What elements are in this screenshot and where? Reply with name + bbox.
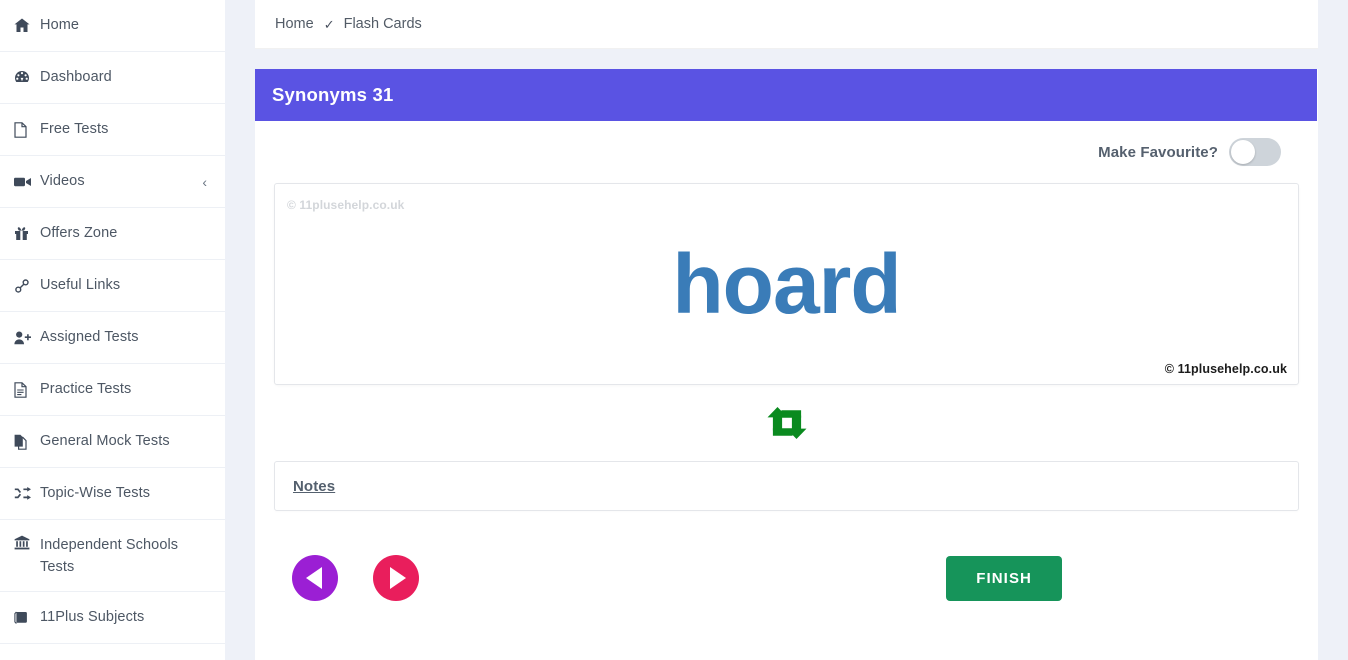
document-icon: [14, 381, 40, 398]
sidebar-label: Practice Tests: [40, 381, 132, 398]
bank-icon: [14, 534, 40, 550]
watermark-bottom: © 11plusehelp.co.uk: [1164, 362, 1287, 376]
sidebar-label: Dashboard: [40, 69, 112, 86]
notes-box[interactable]: Notes: [274, 461, 1299, 511]
user-plus-icon: [14, 331, 40, 345]
sidebar-item-home[interactable]: Home: [0, 0, 225, 52]
right-page-background: [1318, 0, 1348, 660]
favourite-row: Make Favourite?: [274, 121, 1299, 183]
flashcard-word: hoard: [672, 237, 901, 331]
sidebar-label: Topic-Wise Tests: [40, 485, 151, 502]
next-triangle-icon: [390, 567, 406, 589]
sidebar-label: Offers Zone: [40, 225, 118, 242]
sidebar-item-videos[interactable]: Videos ‹: [0, 156, 225, 208]
sidebar-label: Home: [40, 17, 80, 34]
flashcard[interactable]: © 11plusehelp.co.uk hoard © 11plusehelp.…: [274, 183, 1299, 385]
previous-button[interactable]: [292, 555, 338, 601]
sidebar-item-dashboard[interactable]: Dashboard: [0, 52, 225, 104]
card-header: Synonyms 31: [255, 69, 1317, 121]
favourite-label: Make Favourite?: [1098, 143, 1218, 161]
next-button[interactable]: [373, 555, 419, 601]
sidebar-item-offers-zone[interactable]: Offers Zone: [0, 208, 225, 260]
book-icon: [14, 611, 40, 625]
breadcrumb-spacer: [255, 49, 1318, 69]
breadcrumb-home-link[interactable]: Home: [275, 16, 314, 32]
sidebar-item-11plus-subjects[interactable]: 11Plus Subjects: [0, 592, 225, 644]
favourite-toggle[interactable]: [1229, 138, 1281, 166]
watermark-top: © 11plusehelp.co.uk: [287, 198, 405, 212]
check-icon: ✓: [323, 16, 335, 32]
finish-wrapper: FINISH: [946, 555, 1281, 601]
link-icon: [14, 278, 40, 293]
breadcrumb: Home ✓ Flash Cards: [255, 0, 1318, 49]
dashboard-icon: [14, 70, 40, 85]
sidebar-content-gap: [225, 0, 255, 660]
sidebar-label: General Mock Tests: [40, 433, 170, 450]
navigation-controls: FINISH: [274, 545, 1299, 611]
file-icon: [14, 121, 40, 138]
notes-link[interactable]: Notes: [293, 478, 335, 495]
sidebar-item-general-mock-tests[interactable]: General Mock Tests: [0, 416, 225, 468]
sidebar-item-assigned-tests[interactable]: Assigned Tests: [0, 312, 225, 364]
shuffle-icon: [14, 487, 40, 500]
sidebar-item-topic-wise-tests[interactable]: Topic-Wise Tests: [0, 468, 225, 520]
main-content: Home ✓ Flash Cards Synonyms 31 Make Favo…: [255, 0, 1318, 660]
sidebar-item-practice-tests[interactable]: Practice Tests: [0, 364, 225, 416]
gift-icon: [14, 226, 40, 241]
sidebar: Home Dashboard Free Tests Videos ‹ Offer…: [0, 0, 225, 660]
card-body: Make Favourite? © 11plusehelp.co.uk hoar…: [255, 121, 1318, 611]
sidebar-item-free-tests[interactable]: Free Tests: [0, 104, 225, 156]
sidebar-label: 11Plus Subjects: [40, 609, 145, 626]
sidebar-label: Videos: [40, 173, 85, 190]
app-root: Home Dashboard Free Tests Videos ‹ Offer…: [0, 0, 1348, 660]
previous-triangle-icon: [305, 567, 322, 589]
home-icon: [14, 18, 40, 33]
flip-row: [274, 385, 1299, 461]
toggle-knob: [1231, 140, 1255, 164]
sidebar-label: Independent Schools Tests: [40, 537, 179, 576]
finish-button[interactable]: FINISH: [946, 555, 1062, 601]
sidebar-label: Free Tests: [40, 121, 109, 138]
sidebar-item-independent-schools-tests[interactable]: Independent Schools Tests: [0, 520, 225, 592]
sidebar-label: Useful Links: [40, 277, 121, 294]
chevron-left-icon[interactable]: ‹: [202, 174, 211, 190]
video-camera-icon: [14, 176, 40, 188]
copy-icon: [14, 434, 40, 450]
sidebar-item-useful-links[interactable]: Useful Links: [0, 260, 225, 312]
retweet-icon[interactable]: [764, 406, 810, 440]
sidebar-label: Assigned Tests: [40, 329, 139, 346]
page-title: Synonyms 31: [272, 84, 394, 105]
breadcrumb-current: Flash Cards: [343, 16, 422, 32]
